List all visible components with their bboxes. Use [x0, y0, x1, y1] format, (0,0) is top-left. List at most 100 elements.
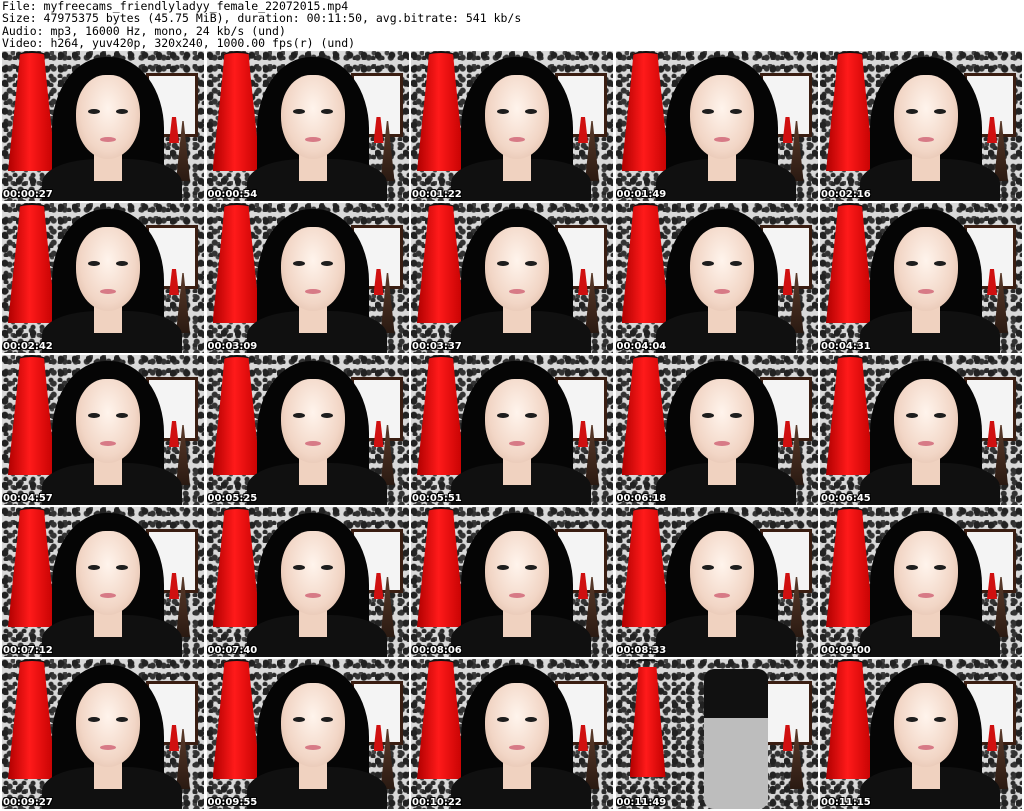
- eye-left: [906, 413, 918, 418]
- hanger: [427, 203, 455, 213]
- hanger: [222, 355, 251, 365]
- mouth: [100, 745, 116, 750]
- person-face: [485, 531, 549, 615]
- mouth: [304, 441, 321, 446]
- mouth: [100, 137, 116, 142]
- video-thumbnail: 00:03:37: [411, 203, 613, 353]
- eye-left: [701, 413, 714, 418]
- timestamp-label: 00:02:42: [3, 341, 53, 352]
- video-thumbnail: 00:00:54: [206, 51, 409, 201]
- video-thumbnail: 00:11:49: [615, 659, 818, 809]
- person-face: [76, 75, 140, 159]
- video-thumbnail: 00:11:15: [820, 659, 1022, 809]
- hanger: [836, 507, 864, 517]
- timestamp-label: 00:08:33: [616, 645, 667, 656]
- mouth: [100, 593, 116, 598]
- mouth: [713, 137, 730, 142]
- timestamp-label: 00:05:25: [207, 493, 258, 504]
- eye-right: [525, 109, 537, 114]
- timestamp-label: 00:00:54: [207, 189, 258, 200]
- hanger: [222, 203, 251, 213]
- hanger: [427, 507, 455, 517]
- video-thumbnail: 00:07:12: [2, 507, 204, 657]
- mouth: [509, 137, 525, 142]
- person-face: [894, 531, 958, 615]
- eye-right: [116, 261, 128, 266]
- timestamp-label: 00:01:49: [616, 189, 667, 200]
- timestamp-label: 00:00:27: [3, 189, 53, 200]
- person-face: [76, 379, 140, 463]
- timestamp-label: 00:11:49: [616, 797, 667, 808]
- eye-left: [497, 109, 509, 114]
- video-thumbnail: 00:04:31: [820, 203, 1022, 353]
- video-thumbnail: 00:09:55: [206, 659, 409, 809]
- mouth: [918, 441, 934, 446]
- mouth: [304, 745, 321, 750]
- video-thumbnail: 00:09:27: [2, 659, 204, 809]
- video-thumbnail: 00:07:40: [206, 507, 409, 657]
- thumbnail-grid: 00:00:27 00:00:54 00:01:22 00:01:49 00:02:16…: [2, 51, 1022, 811]
- eye-left: [88, 109, 100, 114]
- eye-right: [525, 717, 537, 722]
- hanger: [631, 659, 660, 669]
- timestamp-label: 00:10:22: [412, 797, 462, 808]
- mouth: [918, 593, 934, 598]
- mouth: [509, 289, 525, 294]
- person-face: [689, 75, 754, 159]
- eye-left: [906, 565, 918, 570]
- video-thumbnail: 00:01:22: [411, 51, 613, 201]
- hanger: [836, 51, 864, 61]
- person-face: [280, 683, 345, 767]
- video-thumbnail: 00:02:16: [820, 51, 1022, 201]
- timestamp-label: 00:09:27: [3, 797, 53, 808]
- hanger: [18, 203, 46, 213]
- eye-right: [525, 565, 537, 570]
- metadata-header: File: myfreecams_friendlyladyy_female_22…: [2, 0, 521, 50]
- mouth: [304, 593, 321, 598]
- eye-right: [729, 109, 742, 114]
- timestamp-label: 00:09:00: [821, 645, 871, 656]
- eye-right: [320, 261, 333, 266]
- timestamp-label: 00:01:22: [412, 189, 462, 200]
- person-face: [485, 227, 549, 311]
- eye-left: [701, 261, 714, 266]
- eye-right: [320, 717, 333, 722]
- hanger: [836, 659, 864, 669]
- timestamp-label: 00:06:18: [616, 493, 667, 504]
- hanger: [836, 355, 864, 365]
- eye-right: [525, 413, 537, 418]
- person-face: [280, 75, 345, 159]
- person-face: [76, 531, 140, 615]
- video-thumbnail: 00:04:04: [615, 203, 818, 353]
- hanger: [427, 659, 455, 669]
- eye-right: [934, 413, 946, 418]
- eye-right: [116, 413, 128, 418]
- video-thumbnail: 00:04:57: [2, 355, 204, 505]
- eye-left: [292, 565, 305, 570]
- eye-left: [906, 717, 918, 722]
- mouth: [918, 745, 934, 750]
- timestamp-label: 00:07:40: [207, 645, 258, 656]
- timestamp-label: 00:04:04: [616, 341, 667, 352]
- eye-left: [88, 261, 100, 266]
- mouth: [100, 441, 116, 446]
- mouth: [713, 289, 730, 294]
- mouth: [304, 137, 321, 142]
- person-face: [689, 227, 754, 311]
- hanger: [836, 203, 864, 213]
- hanger: [631, 355, 660, 365]
- eye-left: [497, 717, 509, 722]
- eye-left: [497, 261, 509, 266]
- timestamp-label: 00:04:57: [3, 493, 53, 504]
- person-face: [689, 379, 754, 463]
- person-face: [894, 75, 958, 159]
- eye-left: [701, 565, 714, 570]
- mouth: [918, 137, 934, 142]
- person-face: [280, 531, 345, 615]
- mouth: [304, 289, 321, 294]
- video-line: Video: h264, yuv420p, 320x240, 1000.00 f…: [2, 36, 356, 51]
- hanger: [18, 51, 46, 61]
- timestamp-label: 00:08:06: [412, 645, 462, 656]
- eye-right: [729, 261, 742, 266]
- eye-right: [116, 109, 128, 114]
